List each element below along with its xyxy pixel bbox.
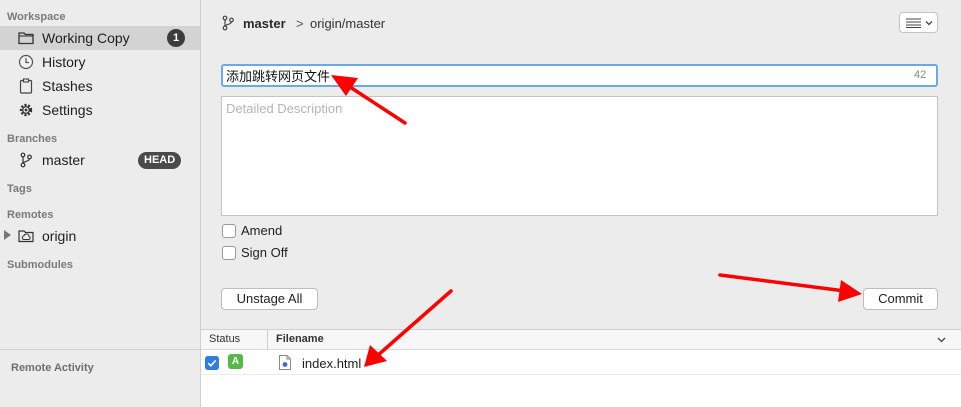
file-name: index.html: [302, 356, 362, 371]
clipboard-icon: [19, 78, 33, 94]
branch-icon: [20, 152, 32, 168]
chevron-down-icon[interactable]: [937, 336, 946, 344]
commit-button[interactable]: Commit: [863, 288, 938, 310]
amend-label: Amend: [241, 223, 283, 238]
added-status-badge: A: [228, 354, 243, 369]
html-file-icon: [279, 355, 291, 370]
signoff-checkbox-row[interactable]: Sign Off: [222, 245, 288, 260]
amend-checkbox-row[interactable]: Amend: [222, 223, 282, 238]
gear-icon: [19, 103, 33, 117]
signoff-checkbox[interactable]: [222, 245, 236, 260]
remote-activity-label: Remote Activity: [11, 362, 94, 374]
staged-checkbox[interactable]: [205, 356, 219, 370]
column-header-status[interactable]: Status: [209, 333, 240, 345]
breadcrumb-separator: >: [296, 16, 304, 31]
upstream-branch-label: origin/master: [310, 16, 386, 31]
clock-icon: [18, 54, 34, 70]
sidebar-item-settings[interactable]: Settings: [0, 98, 200, 122]
unstage-all-button[interactable]: Unstage All: [221, 288, 318, 310]
sidebar-item-label: Working Copy: [42, 30, 130, 46]
folder-icon: [18, 32, 34, 45]
table-row[interactable]: A index.html: [201, 351, 961, 375]
section-title-branches: Branches: [7, 133, 58, 145]
branch-icon: [222, 15, 234, 31]
section-title-remotes: Remotes: [7, 209, 54, 221]
sidebar-item-history[interactable]: History: [0, 50, 200, 74]
section-title-tags[interactable]: Tags: [7, 183, 32, 195]
sidebar-item-label: Settings: [42, 102, 93, 118]
sidebar-item-label: History: [42, 54, 86, 70]
current-branch-label: master: [243, 16, 286, 31]
sidebar-item-label: Stashes: [42, 78, 93, 94]
section-title-submodules[interactable]: Submodules: [7, 259, 73, 271]
main-panel: master > origin/master 42 Amend Sign Off…: [201, 0, 961, 407]
chevron-down-icon: [925, 21, 933, 26]
section-title-workspace: Workspace: [7, 11, 66, 23]
sidebar-item-remote-origin[interactable]: origin: [0, 224, 200, 248]
commit-summary-input[interactable]: [221, 64, 938, 87]
column-divider[interactable]: [267, 330, 268, 350]
sidebar-item-branch-master[interactable]: master HEAD: [0, 148, 200, 172]
list-icon: [906, 18, 921, 28]
sidebar: Workspace Working Copy 1 History Stashes…: [0, 0, 201, 407]
sidebar-item-label: origin: [42, 228, 77, 244]
sidebar-item-working-copy[interactable]: Working Copy 1: [0, 26, 200, 50]
branch-header: master > origin/master: [201, 0, 961, 46]
sidebar-item-stashes[interactable]: Stashes: [0, 74, 200, 98]
count-badge: 1: [167, 29, 185, 47]
sidebar-item-label: master: [42, 152, 85, 168]
head-badge: HEAD: [138, 152, 182, 169]
character-count: 42: [914, 69, 927, 81]
remote-activity-panel: Remote Activity: [0, 349, 200, 407]
disclosure-triangle-icon[interactable]: [4, 230, 11, 240]
staged-files-table: Status Filename A index.html: [201, 329, 961, 407]
table-header: Status Filename: [201, 330, 961, 350]
view-options-menu-button[interactable]: [899, 12, 938, 33]
column-header-filename[interactable]: Filename: [276, 333, 324, 345]
cloud-folder-icon: [18, 230, 34, 243]
amend-checkbox[interactable]: [222, 223, 236, 238]
commit-description-input[interactable]: [221, 96, 938, 216]
signoff-label: Sign Off: [241, 245, 288, 260]
